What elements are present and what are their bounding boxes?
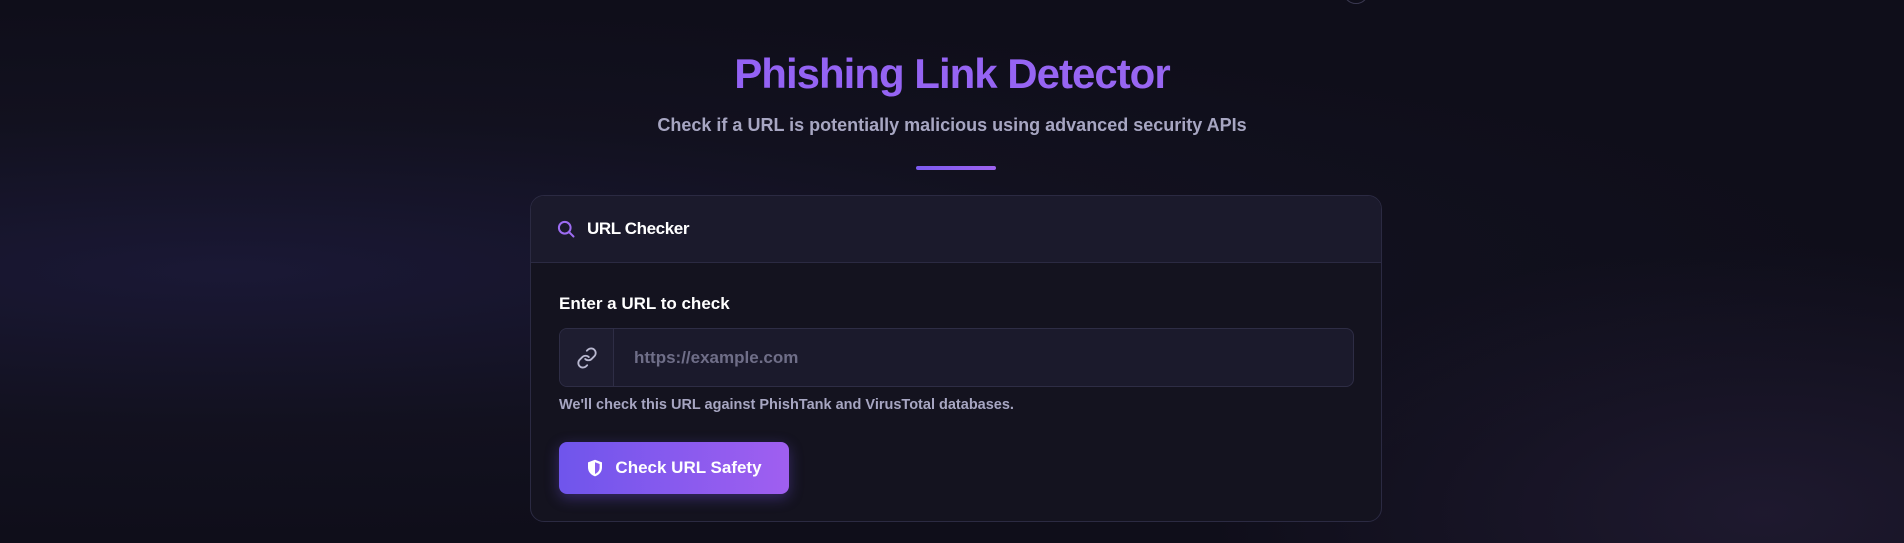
check-url-button[interactable]: Check URL Safety [559, 442, 789, 494]
page-subtitle: Check if a URL is potentially malicious … [657, 115, 1247, 135]
page-title: Phishing Link Detector [0, 46, 1904, 102]
help-text: We'll check this URL against PhishTank a… [559, 397, 1014, 413]
title-divider [916, 166, 996, 170]
top-circle-control[interactable] [1343, 0, 1369, 4]
link-icon [560, 329, 614, 386]
check-url-button-label: Check URL Safety [615, 458, 762, 477]
shield-icon [586, 459, 604, 477]
card-title: URL Checker [587, 219, 690, 238]
url-input-group [559, 328, 1354, 387]
url-input[interactable] [614, 329, 1353, 386]
url-field-label: Enter a URL to check [559, 294, 730, 313]
url-checker-card: URL Checker Enter a URL to check We'll c… [530, 195, 1382, 522]
card-header: URL Checker [531, 196, 1381, 263]
search-icon [555, 218, 577, 240]
